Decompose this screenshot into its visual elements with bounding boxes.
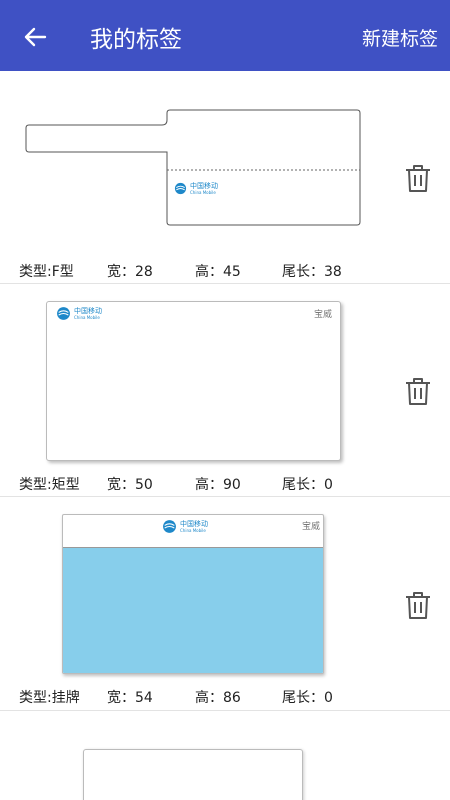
- label-item[interactable]: 中国移动 China Mobile 类型:F型 宽：28 高：45 尾长：38: [0, 71, 450, 284]
- label-height: 高：45: [195, 264, 241, 280]
- delete-button[interactable]: [404, 163, 432, 193]
- hangtag-label-preview: [62, 514, 324, 674]
- delete-button[interactable]: [404, 590, 432, 620]
- logo-text-en: China Mobile: [74, 314, 100, 320]
- page-title: 我的标签: [90, 27, 182, 53]
- label-info: 类型:矩型 宽：50 高：90 尾长：0: [0, 474, 450, 494]
- china-mobile-logo-icon: [163, 520, 176, 533]
- brand-name: 宝威: [314, 310, 333, 320]
- label-height: 高：90: [195, 477, 241, 493]
- app-bar: 我的标签 新建标签: [0, 0, 450, 71]
- label-item[interactable]: [0, 711, 450, 800]
- arrow-left-icon: [24, 27, 47, 47]
- new-label-button[interactable]: 新建标签: [362, 24, 438, 51]
- label-item[interactable]: 中国移动 China Mobile 宝威 类型:矩型 宽：50 高：90 尾长：…: [0, 284, 450, 497]
- delete-button[interactable]: [404, 376, 432, 406]
- trash-icon: [406, 592, 430, 619]
- label-tail: 尾长：38: [282, 264, 342, 280]
- label-info: 类型:F型 宽：28 高：45 尾长：38: [0, 261, 450, 281]
- label-type: 类型:矩型: [19, 477, 80, 493]
- trash-icon: [406, 378, 430, 405]
- trash-icon: [406, 165, 430, 192]
- label-preview: [83, 749, 303, 800]
- brand-logo: 中国移动 China Mobile: [56, 306, 102, 321]
- back-button[interactable]: [20, 22, 50, 52]
- logo-text-cn: 中国移动: [190, 181, 218, 190]
- label-width: 宽：50: [107, 477, 153, 493]
- label-type: 类型:F型: [19, 264, 74, 280]
- label-width: 宽：28: [107, 264, 153, 280]
- label-height: 高：86: [195, 690, 241, 706]
- china-mobile-logo-icon: [57, 307, 70, 320]
- hangtag-fill-area: [63, 547, 323, 673]
- label-info: 类型:挂牌 宽：54 高：86 尾长：0: [0, 687, 450, 707]
- logo-text-cn: 中国移动: [180, 519, 208, 528]
- label-tail: 尾长：0: [282, 477, 333, 493]
- label-type: 类型:挂牌: [19, 690, 80, 706]
- label-width: 宽：54: [107, 690, 153, 706]
- f-type-label-preview: [25, 109, 361, 226]
- brand-logo: 中国移动 China Mobile: [162, 519, 208, 534]
- logo-text-en: China Mobile: [190, 189, 216, 195]
- china-mobile-logo-icon: [174, 182, 187, 195]
- brand-name: 宝威: [302, 522, 321, 532]
- logo-text-en: China Mobile: [180, 527, 206, 533]
- label-tail: 尾长：0: [282, 690, 333, 706]
- brand-logo: 中国移动 China Mobile: [174, 182, 218, 195]
- rect-label-preview: [46, 301, 341, 461]
- label-item[interactable]: 中国移动 China Mobile 宝威 类型:挂牌 宽：54 高：86 尾长：…: [0, 497, 450, 711]
- logo-text-cn: 中国移动: [74, 306, 102, 315]
